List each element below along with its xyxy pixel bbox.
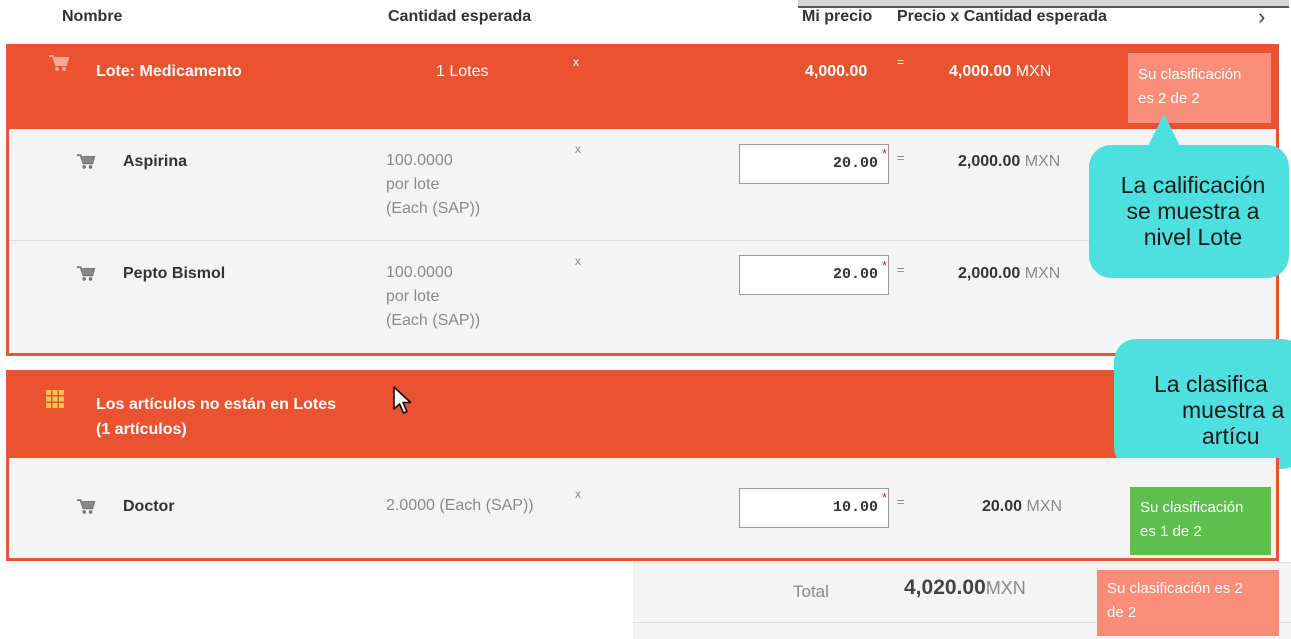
column-header-my-price: Mi precio <box>802 8 873 25</box>
equals-sign: = <box>897 150 905 165</box>
total-amount: 4,020.00MXN <box>904 576 1026 599</box>
cart-icon <box>76 265 96 282</box>
item-qty-doctor: 2.0000 (Each (SAP)) <box>386 497 534 514</box>
item-total-doctor: 20.00 MXN <box>982 498 1063 515</box>
lot-equals: = <box>897 55 905 69</box>
lot-qty: 1 Lotes <box>436 63 489 80</box>
top-separator <box>798 0 1289 8</box>
required-marker: * <box>882 146 888 161</box>
total-ranking-badge: Su clasificación es 2 de 2 <box>1097 570 1279 636</box>
callout-pointer <box>1148 114 1180 146</box>
item-ranking-badge: Su clasificación es 1 de 2 <box>1130 487 1271 555</box>
cart-icon <box>76 498 96 515</box>
callout-lot-level: La calificación se muestra a nivel Lote <box>1089 145 1289 278</box>
lot-ranking-badge: Su clasificación es 2 de 2 <box>1128 53 1271 123</box>
lot-times: x <box>573 55 579 69</box>
required-marker: * <box>882 258 888 273</box>
required-marker: * <box>882 490 888 505</box>
item-name-doctor[interactable]: Doctor <box>123 498 175 516</box>
column-header-price-x-qty: Precio x Cantidad esperada <box>897 8 1107 25</box>
mouse-cursor-icon <box>392 386 414 421</box>
chevron-right-icon[interactable]: › <box>1258 4 1265 30</box>
column-header-expected-qty: Cantidad esperada <box>388 8 532 25</box>
item-name-aspirina[interactable]: Aspirina <box>123 153 187 171</box>
item-qty-aspirina: 100.0000 por lote (Each (SAP)) <box>386 152 481 217</box>
column-header-name: Nombre <box>62 8 123 25</box>
lot-price: 4,000.00 <box>805 63 868 80</box>
times-sign: x <box>575 142 581 156</box>
item-name-pepto-bismol[interactable]: Pepto Bismol <box>123 265 225 283</box>
item-total-pepto-bismol: 2,000.00 MXN <box>958 265 1061 282</box>
grid-icon <box>46 390 64 408</box>
cart-icon <box>76 153 96 170</box>
times-sign: x <box>575 254 581 268</box>
non-lot-title: Los artículos no están en Lotes (1 artícu… <box>96 396 337 438</box>
lot-total: 4,000.00 MXN <box>949 63 1052 80</box>
item-total-aspirina: 2,000.00 MXN <box>958 153 1061 170</box>
equals-sign: = <box>897 494 905 509</box>
equals-sign: = <box>897 262 905 277</box>
total-label: Total <box>793 582 829 601</box>
price-input-pepto-bismol[interactable]: 20.00 <box>739 255 889 295</box>
price-input-doctor[interactable]: 10.00 <box>739 488 889 528</box>
item-qty-pepto-bismol: 100.0000 por lote (Each (SAP)) <box>386 264 481 329</box>
non-lot-items-container <box>6 458 1279 561</box>
price-input-aspirina[interactable]: 20.00 <box>739 144 889 184</box>
times-sign: x <box>575 487 581 501</box>
lot-title[interactable]: Lote: Medicamento <box>96 63 242 81</box>
lot-header[interactable] <box>6 44 1279 127</box>
callout-item-level: La clasifica muestra a artícu <box>1114 339 1291 469</box>
cart-icon <box>48 54 70 72</box>
row-divider <box>9 240 1276 241</box>
